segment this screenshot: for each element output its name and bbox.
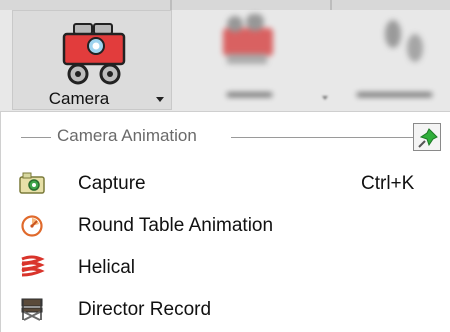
video-icon bbox=[223, 13, 273, 64]
chevron-down-icon[interactable] bbox=[156, 97, 164, 102]
footprints-icon bbox=[385, 20, 423, 62]
shortcut-text: Ctrl+K bbox=[361, 173, 415, 194]
walkthrough-button-label: ▬▬▬▬▬ bbox=[357, 84, 432, 101]
menu-item-label: Helical bbox=[78, 257, 136, 278]
chevron-down-icon[interactable] bbox=[322, 96, 328, 100]
menu-item-director-record[interactable]: Director Record bbox=[9, 290, 445, 328]
ribbon-separator bbox=[170, 0, 172, 10]
divider bbox=[231, 137, 413, 138]
camera-dropdown-menu: Camera Animation Capture Ctrl+K Round Ta… bbox=[0, 112, 450, 332]
menu-item-label: Round Table Animation bbox=[78, 215, 274, 236]
ribbon-top-strip bbox=[0, 0, 450, 10]
pin-icon bbox=[418, 128, 438, 148]
menu-item-helical[interactable]: Helical bbox=[9, 248, 445, 286]
menu-section-header: Camera Animation bbox=[21, 124, 413, 152]
menu-item-label: Director Record bbox=[78, 299, 212, 320]
app-root: Camera ▬▬▬ ▬▬▬▬▬ Camera Animation Captur… bbox=[0, 0, 450, 332]
video-button-label: ▬▬▬ bbox=[227, 84, 272, 101]
camera-button-label: Camera bbox=[48, 89, 110, 108]
ribbon-bar: Camera ▬▬▬ ▬▬▬▬▬ bbox=[0, 0, 450, 112]
camera-dropdown-button[interactable]: Camera bbox=[12, 10, 172, 110]
ribbon-separator bbox=[330, 0, 332, 10]
video-button[interactable]: ▬▬▬ bbox=[215, 13, 295, 104]
menu-section-title: Camera Animation bbox=[57, 126, 197, 145]
divider bbox=[21, 137, 51, 138]
round-table-animation-icon bbox=[21, 215, 43, 237]
camera-icon bbox=[62, 23, 126, 85]
pin-button[interactable] bbox=[413, 123, 441, 151]
walkthrough-button[interactable]: ▬▬▬▬▬ bbox=[357, 14, 450, 104]
director-chair-icon bbox=[21, 298, 43, 321]
menu-item-round-table-animation[interactable]: Round Table Animation bbox=[9, 206, 445, 244]
helical-icon bbox=[21, 255, 45, 277]
menu-item-label: Capture bbox=[78, 173, 146, 194]
camera-capture-icon bbox=[19, 172, 45, 194]
menu-item-capture[interactable]: Capture Ctrl+K bbox=[9, 164, 445, 202]
